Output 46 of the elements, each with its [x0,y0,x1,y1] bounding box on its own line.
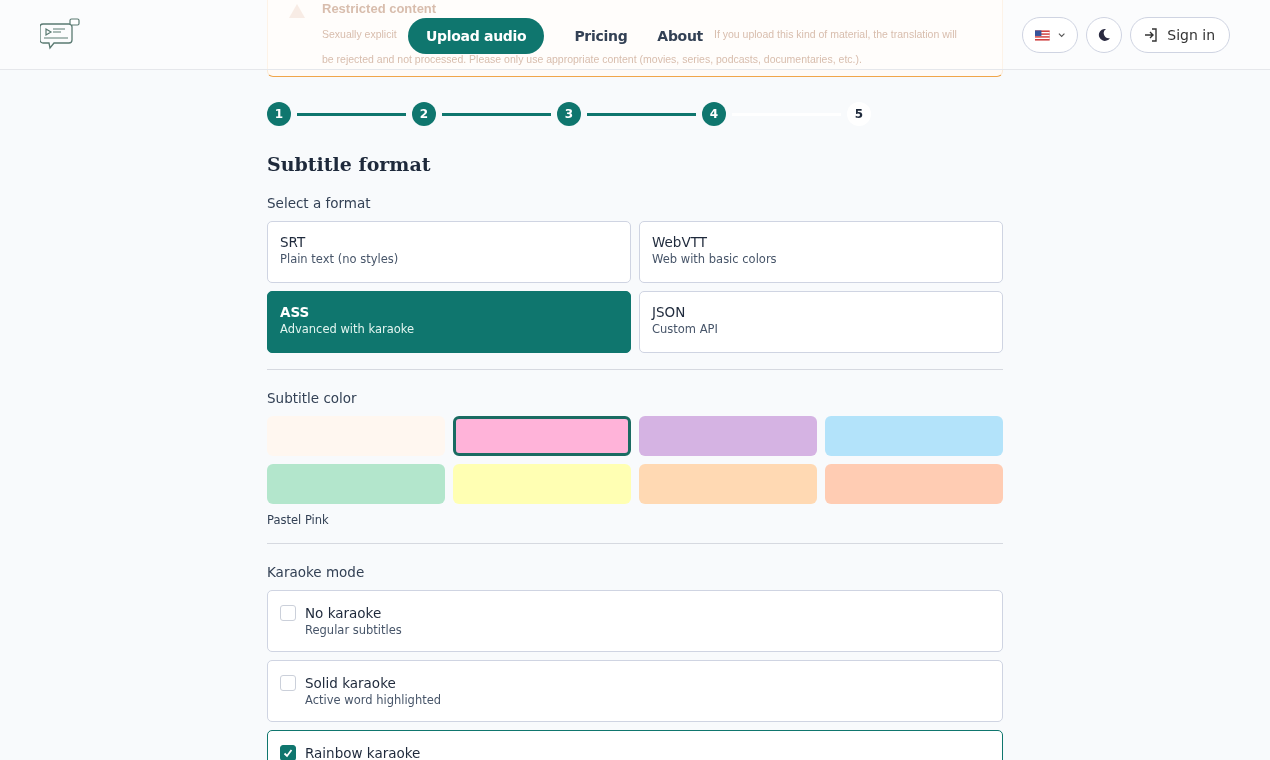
format-option[interactable]: SRT Plain text (no styles) [267,221,631,283]
banner-title: Restricted content [322,1,437,16]
color-name: Pastel Pink [267,513,330,527]
format-option[interactable]: WebVTT Web with basic colors [639,221,1003,283]
option-title: Rainbow karaoke [305,745,421,760]
color-swatch[interactable] [825,416,1003,456]
theme-toggle-button[interactable] [1086,17,1123,53]
language-button[interactable] [1022,17,1079,53]
banner-text: If you upload this kind of material, the translation will [714,28,957,41]
color-swatch[interactable] [453,464,631,504]
format-option[interactable]: ASS Advanced with karaoke [267,291,631,353]
step-indicator: 4 [702,102,726,126]
karaoke-option[interactable]: Solid karaoke Active word highlighted [267,660,1003,722]
field-label: Subtitle color [267,390,358,406]
option-description: Active word highlighted [305,693,442,707]
logo-icon[interactable] [40,18,80,50]
field-label: Karaoke mode [267,564,366,580]
flag-icon [1035,29,1050,41]
option-title: No karaoke [305,605,383,621]
step-indicator: 1 [267,102,291,126]
option-title: Solid karaoke [305,675,397,691]
color-swatch[interactable] [267,464,445,504]
step-indicator: 2 [412,102,436,126]
banner-text: be rejected and not processed. Please only use appropriate content (movies, series, podcasts, documentaries, etc.). [322,53,862,66]
moon-icon [1097,28,1112,42]
color-swatch[interactable] [639,416,817,456]
nav-link[interactable]: Upload audio [408,18,545,54]
nav-link[interactable]: Pricing [574,28,628,44]
karaoke-option[interactable]: Rainbow karaoke [267,730,1003,760]
color-swatch[interactable] [825,464,1003,504]
checkbox[interactable] [280,745,296,760]
sign-in-button[interactable]: Sign in [1130,17,1230,53]
step-indicator: 5 [847,102,871,126]
karaoke-option[interactable]: No karaoke Regular subtitles [267,590,1003,652]
option-description: Regular subtitles [305,623,402,637]
color-swatch[interactable] [639,464,817,504]
field-label: Select a format [267,195,372,211]
nav-link[interactable]: About [657,28,703,44]
checkmark-icon [282,747,294,759]
format-option[interactable]: JSON Custom API [639,291,1003,353]
step-indicator: 3 [557,102,581,126]
banner-text: Sexually explicit [322,28,397,41]
section-title: Subtitle format [267,153,432,175]
color-swatch[interactable] [453,416,631,456]
chevron-icon [1057,32,1066,38]
sign-in-icon [1143,27,1160,43]
